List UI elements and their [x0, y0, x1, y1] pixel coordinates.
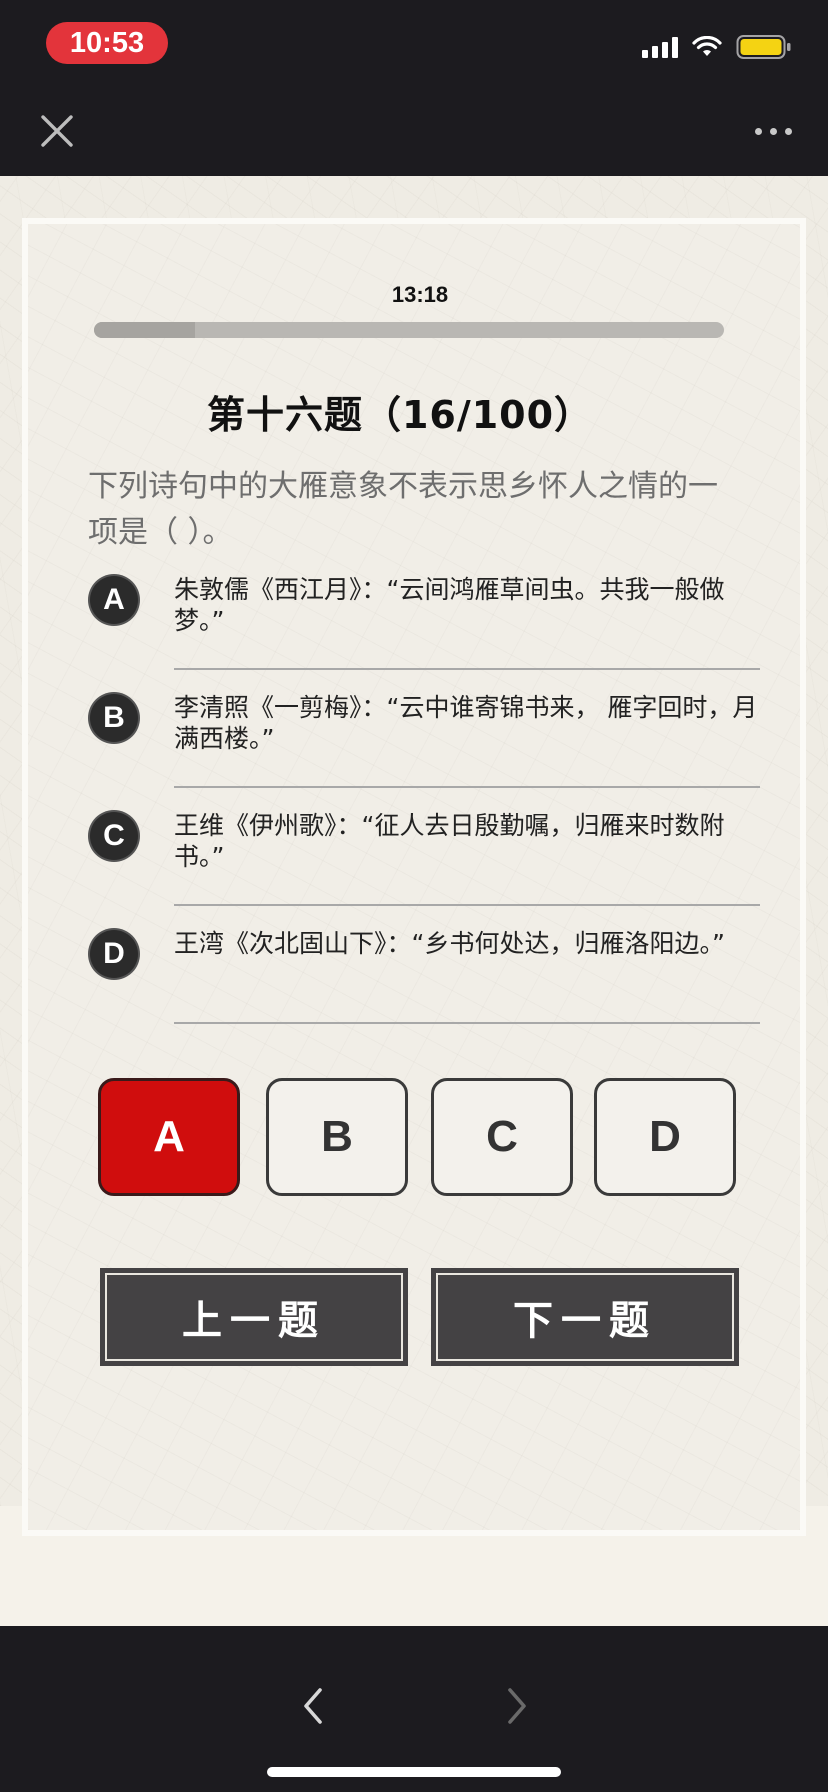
progress-bar	[94, 322, 724, 338]
close-icon[interactable]	[38, 112, 76, 150]
option-b-text: 李清照《一剪梅》：“云中谁寄锦书来， 雁字回时，月满西楼。”	[174, 693, 758, 753]
answer-b-button[interactable]: B	[266, 1078, 408, 1196]
divider	[174, 668, 760, 670]
quiz-card: 13:18 第十六题（16/100） 下列诗句中的大雁意象不表示思乡怀人之情的一…	[22, 218, 806, 1536]
progress-fill	[94, 322, 195, 338]
answer-a-button[interactable]: A	[98, 1078, 240, 1196]
option-d-badge: D	[90, 930, 138, 978]
option-a-text: 朱敦儒《西江月》：“云间鸿雁草间虫。共我一般做梦。”	[174, 575, 725, 635]
question-text: 下列诗句中的大雁意象不表示思乡怀人之情的一项是（ ）。	[88, 469, 718, 550]
answer-buttons: A B C D	[98, 1078, 738, 1198]
answer-c-button[interactable]: C	[431, 1078, 573, 1196]
option-c[interactable]: C 王维《伊州歌》：“征人去日殷勤嘱，归雁来时数附书。”	[88, 804, 760, 922]
battery-icon	[736, 35, 791, 59]
option-b[interactable]: B 李清照《一剪梅》：“云中谁寄锦书来， 雁字回时，月满西楼。”	[88, 686, 760, 804]
option-c-text: 王维《伊州歌》：“征人去日殷勤嘱，归雁来时数附书。”	[174, 811, 725, 871]
prev-question-button[interactable]: 上一题	[100, 1268, 408, 1366]
option-a[interactable]: A 朱敦儒《西江月》：“云间鸿雁草间虫。共我一般做梦。”	[88, 568, 760, 686]
divider	[174, 904, 760, 906]
answer-d-button[interactable]: D	[594, 1078, 736, 1196]
top-bar: 10:53	[0, 0, 828, 176]
chevron-right-icon[interactable]	[502, 1686, 530, 1726]
system-icons	[642, 34, 792, 60]
option-c-badge: C	[90, 812, 138, 860]
divider	[174, 786, 760, 788]
signal-icon	[642, 36, 678, 58]
option-a-badge: A	[90, 576, 138, 624]
options-list: A 朱敦儒《西江月》：“云间鸿雁草间虫。共我一般做梦。” B 李清照《一剪梅》：…	[88, 568, 760, 1040]
wifi-icon	[692, 36, 722, 56]
bottom-bar	[0, 1626, 828, 1792]
next-question-button[interactable]: 下一题	[431, 1268, 739, 1366]
option-d-text: 王湾《次北固山下》：“乡书何处达，归雁洛阳边。”	[174, 929, 725, 958]
more-icon[interactable]	[755, 128, 792, 135]
option-b-badge: B	[90, 694, 138, 742]
home-indicator	[267, 1767, 561, 1777]
page-background: 13:18 第十六题（16/100） 下列诗句中的大雁意象不表示思乡怀人之情的一…	[0, 176, 828, 1536]
countdown-timer: 13:18	[391, 282, 449, 307]
option-d[interactable]: D 王湾《次北固山下》：“乡书何处达，归雁洛阳边。”	[88, 922, 760, 1040]
chevron-left-icon[interactable]	[300, 1686, 328, 1726]
status-time: 10:53	[46, 22, 168, 64]
question-title: 第十六题（16/100）	[206, 393, 594, 437]
divider	[174, 1022, 760, 1024]
